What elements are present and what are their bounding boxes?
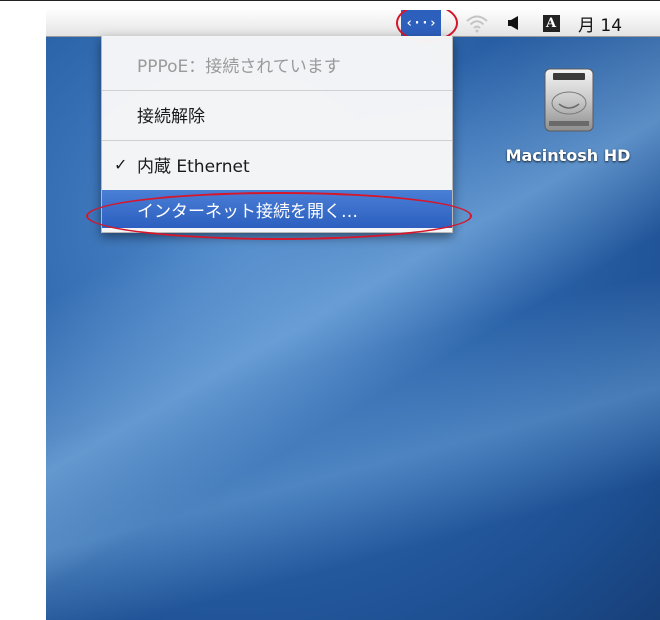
menu-separator (102, 140, 452, 141)
menu-item-open-internet-connect[interactable]: インターネット接続を開く… (102, 190, 452, 228)
ethernet-label: 内蔵 Ethernet (137, 156, 250, 177)
top-border (0, 0, 660, 1)
hard-drive-label[interactable]: Macintosh HD (476, 146, 660, 165)
ppp-dropdown-menu: PPPoE：接続されています 接続解除 ✓ 内蔵 Ethernet インターネッ… (101, 36, 453, 233)
menu-item-status: PPPoE：接続されています (102, 44, 452, 84)
speaker-icon[interactable] (501, 10, 525, 36)
hard-drive-icon[interactable] (541, 65, 597, 135)
open-internet-connect-label: インターネット接続を開く… (137, 201, 358, 222)
desktop: ‹··› A 月 14 PPPoE：接続されています 接続解除 ✓ 内蔵 Eth… (46, 10, 660, 620)
menu-item-disconnect[interactable]: 接続解除 (102, 94, 452, 134)
status-label: PPPoE：接続されています (137, 56, 341, 77)
menu-bar: ‹··› A 月 14 (46, 10, 660, 37)
menubar-clock[interactable]: 月 14 (578, 10, 660, 36)
menu-item-builtin-ethernet[interactable]: ✓ 内蔵 Ethernet (102, 144, 452, 184)
input-method-icon[interactable]: A (536, 10, 566, 36)
checkmark-icon: ✓ (114, 154, 128, 174)
disconnect-label: 接続解除 (137, 106, 205, 127)
ppp-glyph: ‹··› (405, 15, 437, 31)
menu-separator (102, 90, 452, 91)
ppp-connection-menu-icon[interactable]: ‹··› (401, 10, 441, 36)
input-method-label: A (542, 14, 560, 32)
wifi-icon[interactable] (461, 10, 493, 36)
